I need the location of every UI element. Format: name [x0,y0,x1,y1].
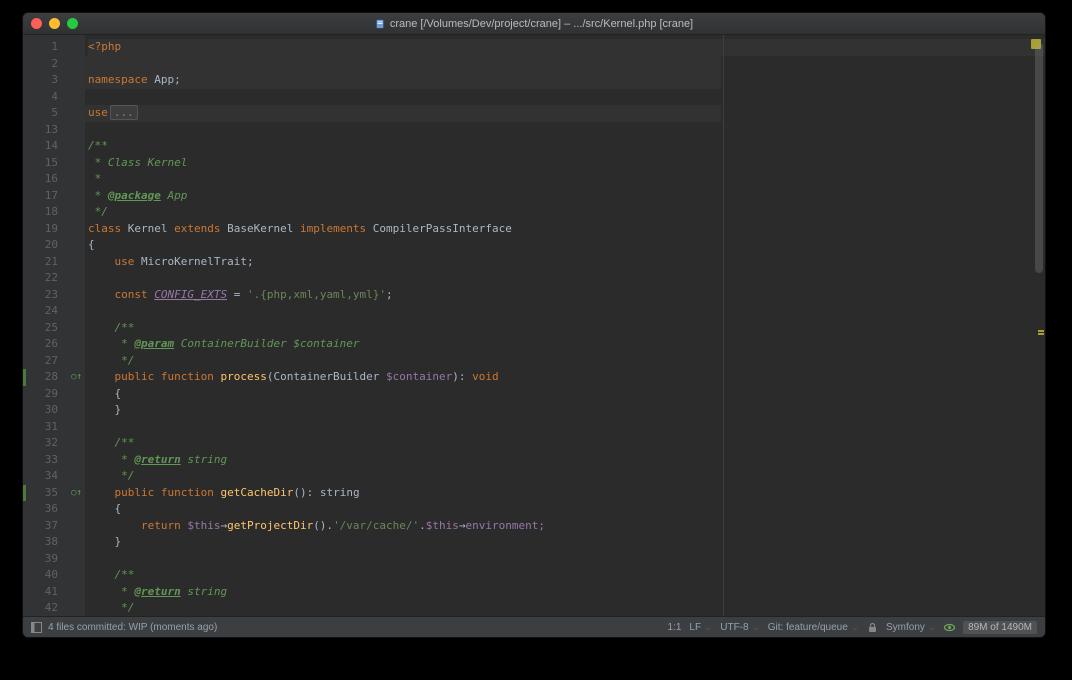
code-line[interactable]: { [88,501,1045,518]
editor-split[interactable] [723,35,724,616]
line-number[interactable]: 3 [23,72,68,89]
marker-gutter[interactable]: ○↑ ○↑ [68,35,85,616]
line-number[interactable]: 41 [23,584,68,601]
code-line[interactable]: public function getCacheDir(): string [88,485,1045,502]
code-line[interactable]: */ [88,600,1045,616]
code-line[interactable]: public function process(ContainerBuilder… [88,369,1045,386]
ide-window: crane [/Volumes/Dev/project/crane] – ...… [22,12,1046,638]
warning-mark[interactable] [1038,330,1044,332]
line-number[interactable]: 23 [23,287,68,304]
code-line[interactable]: * @param ContainerBuilder $container [88,336,1045,353]
line-number[interactable]: 34 [23,468,68,485]
line-number[interactable]: 36 [23,501,68,518]
window-title-text: crane [/Volumes/Dev/project/crane] – ...… [390,18,693,30]
line-number[interactable]: 22 [23,270,68,287]
line-number[interactable]: 17 [23,188,68,205]
line-number[interactable]: 29 [23,386,68,403]
titlebar[interactable]: crane [/Volumes/Dev/project/crane] – ...… [23,13,1045,35]
code-line[interactable]: } [88,402,1045,419]
line-number[interactable]: 2 [23,56,68,73]
line-number[interactable]: 24 [23,303,68,320]
line-number[interactable]: 42 [23,600,68,616]
line-number[interactable]: 33 [23,452,68,469]
code-line[interactable]: */ [88,204,1045,221]
line-number[interactable]: 15 [23,155,68,172]
code-line[interactable]: /** [88,435,1045,452]
file-encoding[interactable]: UTF-8 ⌄ [720,622,760,633]
line-number[interactable]: 30 [23,402,68,419]
line-number-gutter[interactable]: 1 2 3 4 5 13 14 15 16 17 18 19 20 21 22 … [23,35,68,616]
code-area[interactable]: <?php namespace App; use... /** * Class … [85,35,1045,616]
scroll-thumb[interactable] [1035,43,1043,273]
line-number[interactable]: 25 [23,320,68,337]
line-number[interactable]: 19 [23,221,68,238]
line-separator[interactable]: LF ⌄ [689,622,712,633]
line-number[interactable]: 26 [23,336,68,353]
line-number[interactable]: 39 [23,551,68,568]
line-number[interactable]: 16 [23,171,68,188]
window-controls [31,18,78,29]
file-icon [375,19,385,29]
code-line[interactable]: * Class Kernel [88,155,1045,172]
maximize-icon[interactable] [67,18,78,29]
code-line[interactable]: { [88,237,1045,254]
code-line[interactable]: * @return string [88,584,1045,601]
code-line[interactable]: * [88,171,1045,188]
line-number[interactable]: 14 [23,138,68,155]
code-line[interactable]: return $this→getProjectDir().'/var/cache… [88,518,1045,535]
code-line[interactable] [88,419,1045,436]
code-line[interactable]: * @return string [88,452,1045,469]
scrollbar[interactable] [1033,35,1045,616]
code-line[interactable]: } [88,534,1045,551]
line-number[interactable]: 28 [23,369,68,386]
code-line[interactable]: */ [88,468,1045,485]
framework-indicator[interactable]: Symfony ⌄ [886,622,936,633]
line-number[interactable]: 5 [23,105,68,122]
window-title: crane [/Volumes/Dev/project/crane] – ...… [23,18,1045,30]
code-line[interactable]: */ [88,353,1045,370]
editor[interactable]: 1 2 3 4 5 13 14 15 16 17 18 19 20 21 22 … [23,35,1045,616]
line-number[interactable]: 4 [23,89,68,106]
line-number[interactable]: 35 [23,485,68,502]
line-number[interactable]: 13 [23,122,68,139]
code-line[interactable]: /** [88,567,1045,584]
line-number[interactable]: 27 [23,353,68,370]
line-number[interactable]: 32 [23,435,68,452]
code-line[interactable]: const CONFIG_EXTS = '.{php,xml,yaml,yml}… [88,287,1045,304]
code-line[interactable]: { [88,386,1045,403]
inspection-eye-icon[interactable] [944,622,955,633]
lock-icon[interactable] [867,622,878,633]
line-number[interactable]: 20 [23,237,68,254]
code-line[interactable]: /** [88,138,1045,155]
status-bar: 4 files committed: WIP (moments ago) 1:1… [23,616,1045,637]
code-line[interactable]: * @package App [88,188,1045,205]
override-marker-icon[interactable]: ○↑ [68,369,85,386]
code-line[interactable] [88,270,1045,287]
git-branch[interactable]: Git: feature/queue ⌄ [768,622,859,633]
code-line[interactable] [88,122,1045,139]
memory-indicator[interactable]: 89M of 1490M [963,621,1037,634]
code-line[interactable] [88,303,1045,320]
code-line[interactable]: <?php [88,39,1045,56]
line-number[interactable]: 21 [23,254,68,271]
close-icon[interactable] [31,18,42,29]
override-marker-icon[interactable]: ○↑ [68,485,85,502]
code-line[interactable] [88,551,1045,568]
line-number[interactable]: 38 [23,534,68,551]
minimize-icon[interactable] [49,18,60,29]
vcs-commit-status[interactable]: 4 files committed: WIP (moments ago) [48,622,217,633]
line-number[interactable]: 31 [23,419,68,436]
line-number[interactable]: 1 [23,39,68,56]
code-line[interactable] [88,89,1045,106]
fold-placeholder[interactable]: ... [110,105,138,120]
line-number[interactable]: 18 [23,204,68,221]
tool-window-icon[interactable] [31,622,42,633]
code-line[interactable]: class Kernel extends BaseKernel implemen… [88,221,1045,238]
code-line[interactable]: /** [88,320,1045,337]
warning-mark[interactable] [1038,333,1044,335]
caret-position[interactable]: 1:1 [667,622,681,633]
line-number[interactable]: 40 [23,567,68,584]
code-line[interactable]: use MicroKernelTrait; [88,254,1045,271]
line-number[interactable]: 37 [23,518,68,535]
